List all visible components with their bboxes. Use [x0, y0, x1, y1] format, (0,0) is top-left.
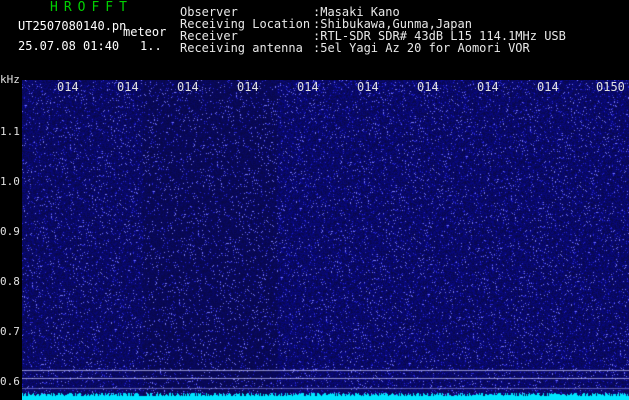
filename-label: UT2507080140.pn [18, 19, 127, 33]
x-tick-4: 014 [297, 80, 319, 94]
header-panel: HROFFT UT2507080140.pn meteor 25.07.08 0… [0, 0, 629, 80]
y-tick-1.0: 1.0 [0, 175, 20, 188]
antenna-label: Receiving antenna [180, 41, 303, 55]
x-tick-9: 0150 [596, 80, 625, 94]
datetime-label: 25.07.08 01:40 [18, 39, 120, 53]
antenna-value: :5el Yagi Az 20 for Aomori VOR [313, 41, 530, 55]
spectrogram-canvas [22, 80, 629, 400]
mode-label: meteor [123, 25, 167, 39]
x-tick-1: 014 [117, 80, 139, 94]
y-unit-label: kHz [0, 73, 20, 86]
x-tick-3: 014 [237, 80, 259, 94]
x-tick-5: 014 [357, 80, 379, 94]
x-tick-0: 014 [57, 80, 79, 94]
y-tick-1.1: 1.1 [0, 125, 20, 138]
x-tick-7: 014 [477, 80, 499, 94]
y-tick-0.7: 0.7 [0, 325, 20, 338]
index-label: 1.. [140, 39, 162, 53]
x-tick-6: 014 [417, 80, 439, 94]
y-tick-0.9: 0.9 [0, 225, 20, 238]
spectrogram [22, 80, 629, 400]
x-tick-8: 014 [537, 80, 559, 94]
y-tick-0.6: 0.6 [0, 375, 20, 388]
x-tick-2: 014 [177, 80, 199, 94]
y-tick-0.8: 0.8 [0, 275, 20, 288]
app-title: HROFFT [50, 0, 133, 15]
